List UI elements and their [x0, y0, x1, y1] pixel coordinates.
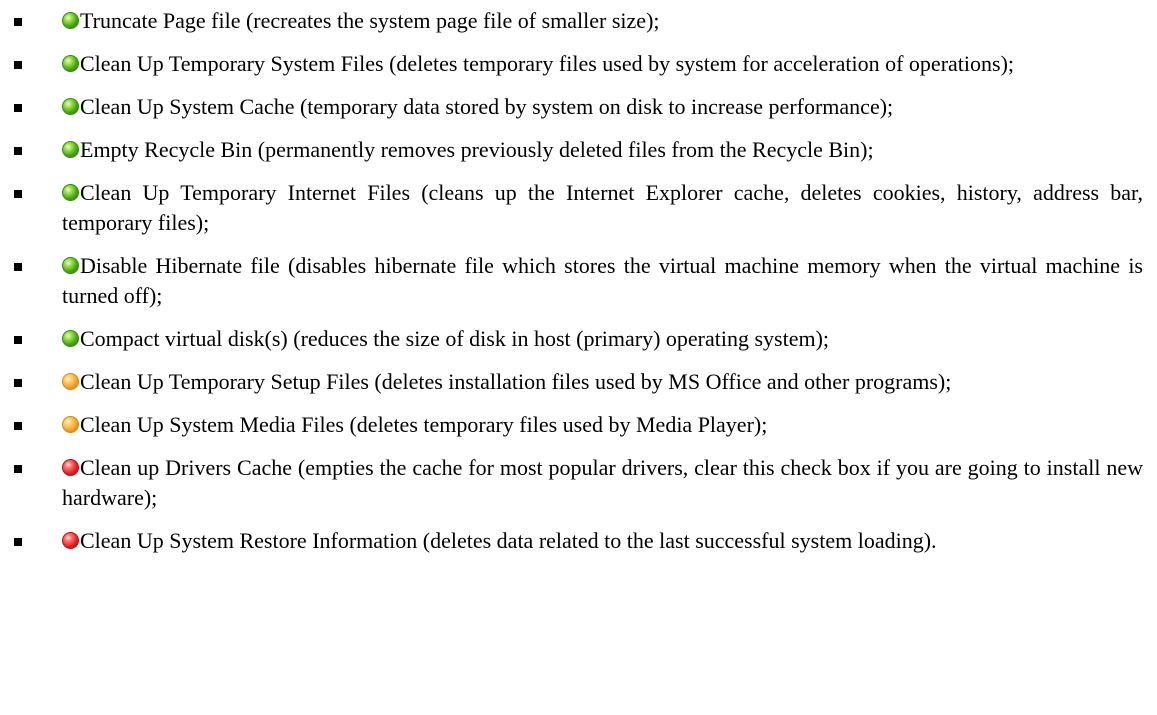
green-status-icon: [62, 184, 79, 201]
list-item: Clean Up System Restore Information (del…: [0, 526, 1157, 556]
item-text: Clean up Drivers Cache (empties the cach…: [62, 455, 1143, 510]
item-text: Empty Recycle Bin (permanently removes p…: [80, 137, 874, 162]
green-status-icon: [62, 257, 79, 274]
item-text: Clean Up System Restore Information (del…: [80, 528, 937, 553]
item-text: Disable Hibernate file (disables hiberna…: [62, 253, 1143, 308]
item-text: Truncate Page file (recreates the system…: [80, 8, 660, 33]
list-item: Clean Up System Cache (temporary data st…: [0, 92, 1157, 122]
list-item: Clean Up Temporary Setup Files (deletes …: [0, 367, 1157, 397]
list-item: Clean Up Temporary Internet Files (clean…: [0, 178, 1157, 238]
list-item: Compact virtual disk(s) (reduces the siz…: [0, 324, 1157, 354]
list-item: Clean Up Temporary System Files (deletes…: [0, 49, 1157, 79]
square-bullet: [14, 336, 22, 344]
green-status-icon: [62, 330, 79, 347]
square-bullet: [14, 18, 22, 26]
square-bullet: [14, 61, 22, 69]
square-bullet: [14, 422, 22, 430]
item-text: Clean Up System Cache (temporary data st…: [80, 94, 894, 119]
square-bullet: [14, 538, 22, 546]
square-bullet: [14, 379, 22, 387]
square-bullet: [14, 104, 22, 112]
item-text: Clean Up Temporary System Files (deletes…: [80, 51, 1015, 76]
square-bullet: [14, 190, 22, 198]
square-bullet: [14, 465, 22, 473]
red-status-icon: [62, 532, 79, 549]
green-status-icon: [62, 98, 79, 115]
orange-status-icon: [62, 416, 79, 433]
list-item: Clean up Drivers Cache (empties the cach…: [0, 453, 1157, 513]
square-bullet: [14, 147, 22, 155]
item-text: Compact virtual disk(s) (reduces the siz…: [80, 326, 830, 351]
list-item: Truncate Page file (recreates the system…: [0, 6, 1157, 36]
item-text: Clean Up Temporary Internet Files (clean…: [62, 180, 1143, 235]
list-item: Disable Hibernate file (disables hiberna…: [0, 251, 1157, 311]
orange-status-icon: [62, 373, 79, 390]
item-text: Clean Up Temporary Setup Files (deletes …: [80, 369, 952, 394]
list-item: Clean Up System Media Files (deletes tem…: [0, 410, 1157, 440]
cleanup-options-list: Truncate Page file (recreates the system…: [0, 6, 1157, 569]
green-status-icon: [62, 12, 79, 29]
item-text: Clean Up System Media Files (deletes tem…: [80, 412, 768, 437]
green-status-icon: [62, 141, 79, 158]
red-status-icon: [62, 459, 79, 476]
square-bullet: [14, 263, 22, 271]
list-item: Empty Recycle Bin (permanently removes p…: [0, 135, 1157, 165]
green-status-icon: [62, 55, 79, 72]
